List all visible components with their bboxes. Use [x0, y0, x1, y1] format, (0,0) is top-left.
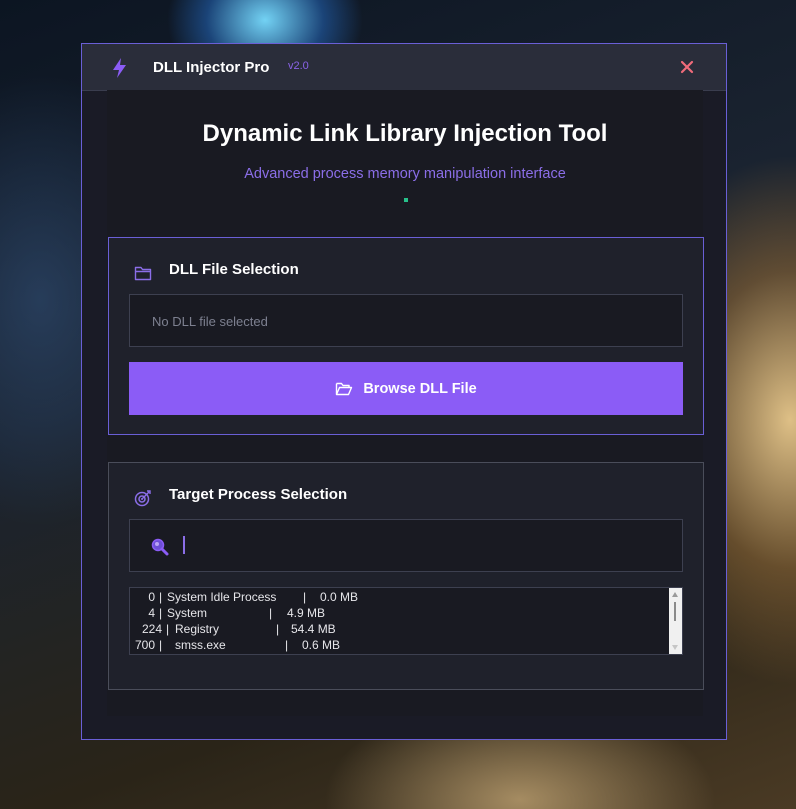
- dll-panel-title: DLL File Selection: [169, 261, 299, 278]
- process-name: Registry: [175, 622, 220, 636]
- process-list[interactable]: 0 | System Idle Process | 0.0 MB 4 | System | 4.9…: [129, 587, 683, 655]
- scroll-down-arrow-icon[interactable]: [672, 645, 678, 650]
- search-icon: [151, 538, 169, 556]
- process-search-box[interactable]: [129, 519, 683, 572]
- scroll-thumb[interactable]: [674, 602, 676, 621]
- process-name: System: [167, 606, 208, 620]
- lightning-icon: [113, 58, 126, 78]
- process-row[interactable]: 700 | smss.exe | 0.6 MB: [130, 638, 668, 654]
- process-pid: 0: [148, 590, 155, 604]
- column-separator: |: [159, 638, 163, 652]
- column-separator: |: [159, 590, 163, 604]
- close-button[interactable]: [674, 56, 700, 78]
- column-separator: |: [276, 622, 280, 636]
- process-name: System Idle Process: [167, 590, 277, 604]
- text-caret: [183, 536, 185, 554]
- scroll-up-arrow-icon[interactable]: [672, 592, 678, 597]
- folder-open-icon: [336, 382, 353, 395]
- page-subtitle: Advanced process memory manipulation int…: [244, 166, 566, 182]
- process-selection-panel: Target Process Selection 0 | System Idle P…: [108, 462, 704, 690]
- process-memory: 0.0 MB: [320, 590, 359, 604]
- process-panel-title: Target Process Selection: [169, 486, 348, 503]
- process-row[interactable]: 224 | Registry | 54.4 MB: [130, 622, 668, 638]
- process-search-input[interactable]: [182, 534, 662, 558]
- folder-icon: [134, 266, 152, 281]
- dll-file-field[interactable]: No DLL file selected: [129, 294, 683, 347]
- process-pid: 4: [148, 606, 155, 620]
- app-title: DLL Injector Pro: [153, 59, 270, 76]
- column-separator: |: [166, 622, 170, 636]
- status-indicator: [404, 198, 408, 202]
- browse-dll-label: Browse DLL File: [363, 380, 477, 397]
- process-name: smss.exe: [175, 638, 226, 652]
- dll-selection-panel: DLL File Selection No DLL file selected …: [108, 237, 704, 435]
- process-row[interactable]: 0 | System Idle Process | 0.0 MB: [130, 590, 668, 606]
- app-window: DLL Injector Pro v2.0 Dynamic Link Libra…: [81, 43, 727, 740]
- process-list-scrollbar[interactable]: [669, 588, 682, 654]
- process-memory: 0.6 MB: [302, 638, 341, 652]
- dll-file-placeholder: No DLL file selected: [152, 314, 268, 329]
- x-icon: [680, 60, 694, 74]
- target-icon: [134, 490, 151, 507]
- column-separator: |: [159, 606, 163, 620]
- process-row[interactable]: 4 | System | 4.9 MB: [130, 606, 668, 622]
- main-content: Dynamic Link Library Injection Tool Adva…: [107, 90, 704, 716]
- page-title: Dynamic Link Library Injection Tool: [202, 120, 608, 147]
- process-memory: 4.9 MB: [287, 606, 326, 620]
- column-separator: |: [269, 606, 273, 620]
- column-separator: |: [303, 590, 307, 604]
- title-bar[interactable]: DLL Injector Pro v2.0: [82, 44, 726, 91]
- column-separator: |: [285, 638, 289, 652]
- process-pid: 224: [141, 622, 162, 636]
- version-badge: v2.0: [288, 60, 309, 72]
- process-memory: 54.4 MB: [291, 622, 336, 636]
- browse-dll-button[interactable]: Browse DLL File: [129, 362, 683, 415]
- process-pid: 700: [134, 638, 155, 652]
